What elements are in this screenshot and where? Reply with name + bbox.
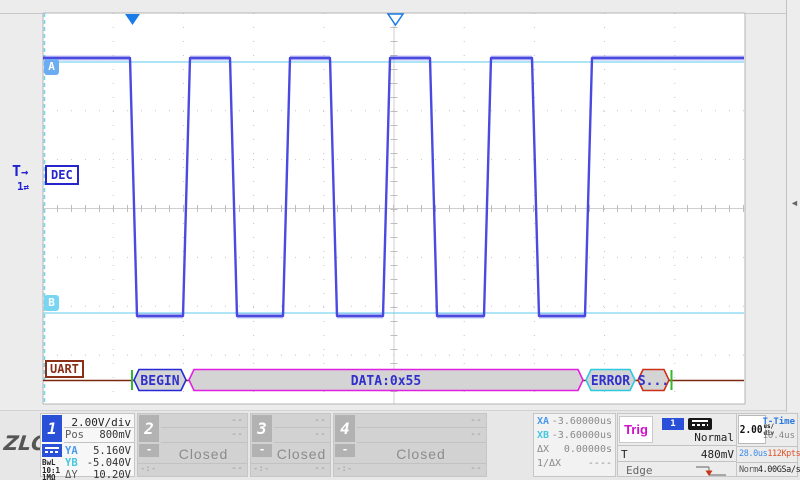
cursor-dy-row: ΔY 10.20V: [65, 469, 131, 480]
channel4-probe: -:-: [336, 464, 352, 474]
channel3-probe: -:-: [253, 464, 269, 474]
timebase-panel[interactable]: 2.00 us/ div T-Time 10.4us 28.0us 112Kpt…: [736, 413, 798, 477]
channel3-status: Closed: [273, 446, 330, 462]
trigger-arrow-icon: →: [21, 165, 28, 179]
svg-text:ERROR: ERROR: [591, 374, 630, 389]
yb-value: -5.040V: [87, 457, 131, 469]
cursor-yb-row: YB -5.040V: [65, 457, 131, 469]
channel2-badge[interactable]: 2: [139, 415, 159, 442]
channel3-value1: --: [314, 415, 326, 426]
trigger-type-label: Edge: [626, 464, 653, 478]
channel4-badge[interactable]: 4: [335, 415, 355, 442]
yb-label: YB: [65, 457, 78, 469]
timebase-scale: 2.00: [740, 424, 763, 436]
ya-value: 5.160V: [93, 445, 131, 457]
cursor-b-handle[interactable]: B: [44, 295, 59, 311]
channel1-tags: BwL 10:1 1MΩ: [42, 459, 60, 480]
sample-rate: 4.00GSa/s: [758, 465, 800, 475]
trigger-t-label: T: [12, 162, 21, 180]
channel3-value2: --: [314, 429, 326, 440]
channel2-coupling-badge: -: [139, 444, 159, 457]
channel1-position-row: Pos 800mV: [65, 429, 131, 441]
channel4-coupling-badge: -: [335, 444, 355, 457]
xb-row: XB -3.60000us: [537, 430, 612, 441]
channel3-panel[interactable]: 3 - -- -- Closed -:- --: [250, 413, 331, 477]
uart-bus-label[interactable]: UART: [45, 360, 84, 378]
capture-window: 28.0us: [739, 449, 767, 459]
dx-value: 0.00000s: [564, 444, 612, 455]
channel2-probe: -:-: [140, 464, 156, 474]
trigger-level-marker[interactable]: T→: [12, 162, 28, 180]
channel2-value2: --: [231, 429, 243, 440]
dx-label: ΔX: [537, 444, 549, 455]
cursor-a-handle[interactable]: A: [44, 59, 59, 75]
invdx-label: 1/ΔX: [537, 458, 561, 469]
trigger-panel[interactable]: Trig 1 Normal T 480mV Edge: [617, 413, 738, 477]
xa-value: -3.60000us: [552, 416, 612, 427]
side-menu-strip: ◄: [786, 0, 800, 412]
trigger-level-value: 480mV: [701, 448, 734, 461]
xb-label: XB: [537, 430, 549, 441]
channel2-value3: --: [231, 463, 243, 474]
svg-text:BEGIN: BEGIN: [140, 374, 179, 389]
xa-row: XA -3.60000us: [537, 416, 612, 427]
xa-label: XA: [537, 416, 549, 427]
xb-value: -3.60000us: [552, 430, 612, 441]
impedance-tag: 1MΩ: [42, 474, 60, 480]
dx-row: ΔX 0.00000s: [537, 444, 612, 455]
sample-rate-row: Norm 4.00GSa/s: [739, 465, 795, 475]
channel1-panel[interactable]: 1 BwL 10:1 1MΩ 2.00V/div Pos 800mV YA 5.…: [40, 413, 135, 477]
trigger-source-marker: 1⇄: [17, 180, 29, 193]
trigger-mode: Normal: [694, 431, 734, 444]
trigger-source-number: 1: [17, 180, 24, 193]
falling-edge-icon: [694, 464, 728, 478]
trigger-type-row: Edge: [621, 464, 734, 478]
ttime-label: T-Time: [762, 417, 795, 427]
capture-window-row: 28.0us 112Kpts: [739, 449, 795, 459]
channel4-value3: --: [470, 463, 482, 474]
memory-depth: 112Kpts: [767, 449, 800, 459]
cursor-ya-row: YA 5.160V: [65, 445, 131, 457]
dy-label: ΔY: [65, 469, 78, 480]
channel3-coupling-badge: -: [252, 444, 272, 457]
channel1-badge[interactable]: 1: [42, 415, 62, 442]
channel2-status: Closed: [160, 446, 247, 462]
trigger-source-badge: 1: [662, 418, 684, 430]
waveform-display: BEGIN DATA:0x55 ERROR S...: [0, 0, 800, 410]
svg-text:DATA:0x55: DATA:0x55: [351, 374, 421, 389]
oscilloscope-screen: BEGINDATA:0x55ERRORS... T→ 1⇄ DEC UART A…: [0, 0, 800, 480]
channel4-value2: --: [470, 429, 482, 440]
channel4-panel[interactable]: 4 - -- -- Closed -:- --: [333, 413, 487, 477]
dc-coupling-icon: [42, 444, 62, 457]
ya-label: YA: [65, 445, 78, 457]
svg-text:S...: S...: [638, 374, 669, 389]
channel4-value1: --: [470, 415, 482, 426]
channel4-status: Closed: [356, 446, 486, 462]
pos-label: Pos: [65, 429, 84, 441]
channel2-panel[interactable]: 2 - -- -- Closed -:- --: [137, 413, 248, 477]
channel3-badge[interactable]: 3: [252, 415, 272, 442]
channel3-value3: --: [314, 463, 326, 474]
menu-collapse-handle[interactable]: ◄: [790, 198, 799, 208]
trigger-menu-button[interactable]: Trig: [619, 416, 653, 443]
dy-value: 10.20V: [93, 469, 131, 480]
cursor-readout-panel: XA -3.60000us XB -3.60000us ΔX 0.00000s …: [533, 413, 616, 477]
trigger-coupling-icon: [688, 418, 712, 430]
ttime-value: 10.4us: [762, 431, 795, 441]
status-bar: ZLG® 1 BwL 10:1 1MΩ 2.00V/div Pos 800mV …: [0, 410, 800, 480]
acquire-mode: Norm: [739, 465, 758, 475]
invdx-row: 1/ΔX ----: [537, 458, 612, 469]
channel2-value1: --: [231, 415, 243, 426]
trigger-level-row: T 480mV: [621, 448, 734, 461]
trigger-coupling-glyph: ⇄: [24, 183, 29, 193]
pos-value: 800mV: [99, 429, 131, 441]
trigger-level-label: T: [621, 448, 628, 461]
invdx-value: ----: [588, 458, 612, 469]
decode-channel-label[interactable]: DEC: [45, 165, 79, 185]
